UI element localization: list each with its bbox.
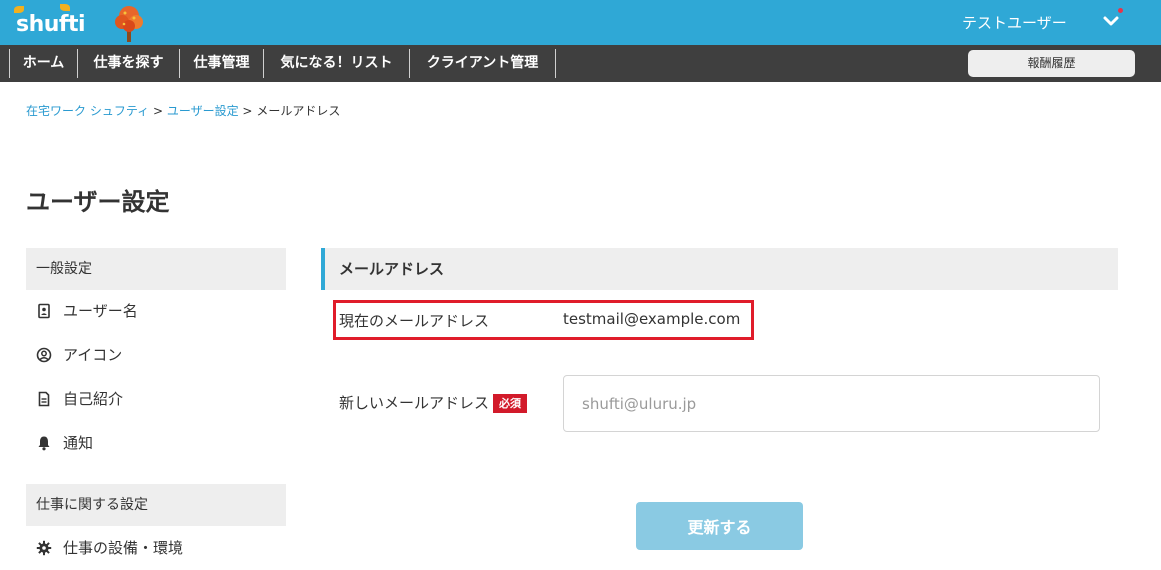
breadcrumb: 在宅ワーク シュフティ > ユーザー設定 > メールアドレス [26,102,340,119]
breadcrumb-home-link[interactable]: 在宅ワーク シュフティ [26,104,149,118]
nav-client-management[interactable]: クライアント管理 [409,49,556,78]
top-header: shufti テストユーザー [0,0,1161,45]
sidebar-item-label: アイコン [63,346,123,364]
leaf-icon [60,4,70,11]
section-header: メールアドレス [321,248,1118,290]
breadcrumb-current: メールアドレス [256,104,341,118]
nav-work-management[interactable]: 仕事管理 [179,49,263,78]
breadcrumb-separator: > [242,104,253,118]
user-circle-icon [36,347,52,363]
new-email-input[interactable] [563,375,1100,432]
breadcrumb-separator: > [152,104,163,118]
main-navigation: ホーム 仕事を探す 仕事管理 気になる！リスト クライアント管理 報酬履歴 [0,45,1161,82]
nav-home[interactable]: ホーム [9,49,77,78]
sidebar-item-self-introduction[interactable]: 自己紹介 [36,387,123,411]
document-icon [38,391,50,407]
notification-dot [1118,8,1123,13]
current-email-label: 現在のメールアドレス [339,312,490,330]
required-badge: 必須 [493,394,527,413]
gear-icon [36,540,52,556]
reward-history-button[interactable]: 報酬履歴 [968,50,1135,77]
sidebar-item-notification[interactable]: 通知 [36,431,93,455]
sidebar-item-label: 通知 [63,434,94,452]
sidebar-item-label: 仕事の設備・環境 [63,539,184,557]
current-email-value: testmail@example.com [563,310,741,328]
sidebar-work-header: 仕事に関する設定 [26,484,286,526]
sidebar-item-username[interactable]: ユーザー名 [36,299,138,323]
nav-favorites-list[interactable]: 気になる！リスト [263,49,409,78]
update-button[interactable]: 更新する [636,502,803,550]
bell-icon [38,436,50,451]
shufti-logo[interactable]: shufti [14,4,154,44]
logo-text: shufti [16,12,86,37]
breadcrumb-user-settings-link[interactable]: ユーザー設定 [167,104,239,118]
sidebar-general-header: 一般設定 [26,248,286,290]
chevron-down-icon[interactable] [1100,10,1122,32]
sidebar-item-label: 自己紹介 [63,390,124,408]
autumn-tree-icon [115,6,143,42]
sidebar-item-icon[interactable]: アイコン [36,343,122,367]
user-name[interactable]: テストユーザー [962,12,1067,33]
nav-find-work[interactable]: 仕事を探す [77,49,179,78]
id-card-icon [38,303,50,319]
page-title: ユーザー設定 [26,188,170,216]
sidebar-item-work-environment[interactable]: 仕事の設備・環境 [36,536,183,560]
new-email-label: 新しいメールアドレス [339,394,490,412]
sidebar-item-label: ユーザー名 [63,302,138,320]
